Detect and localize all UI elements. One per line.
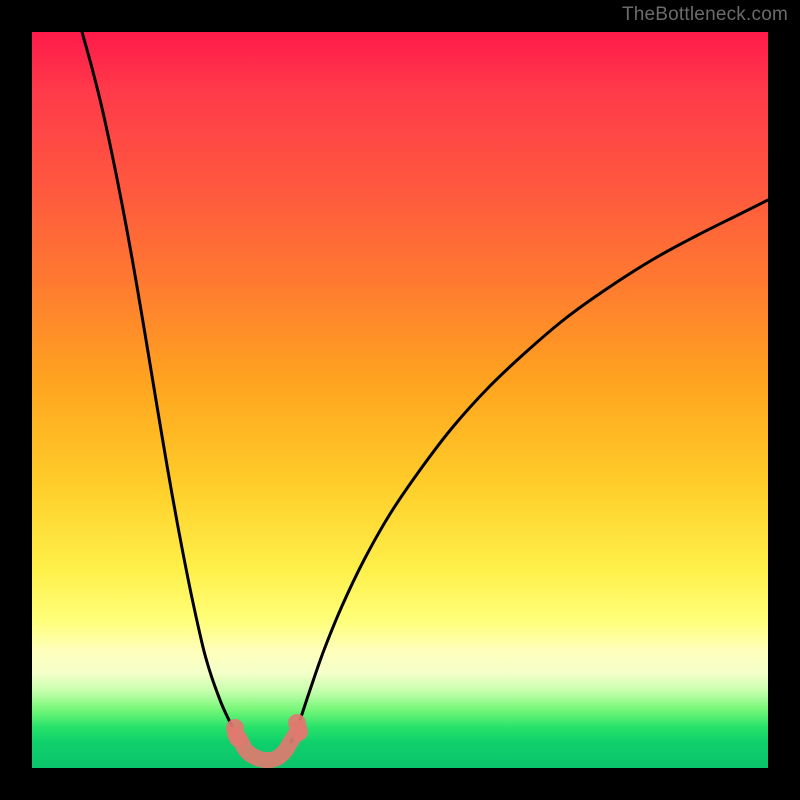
trough-lobe bbox=[290, 723, 308, 741]
outer-frame: TheBottleneck.com bbox=[0, 0, 800, 800]
curve-left-branch bbox=[82, 32, 245, 742]
curves-svg bbox=[32, 32, 768, 768]
watermark-text: TheBottleneck.com bbox=[622, 4, 788, 26]
plot-area bbox=[32, 32, 768, 768]
trough-lobe bbox=[229, 729, 247, 747]
curve-right-branch bbox=[291, 200, 768, 742]
